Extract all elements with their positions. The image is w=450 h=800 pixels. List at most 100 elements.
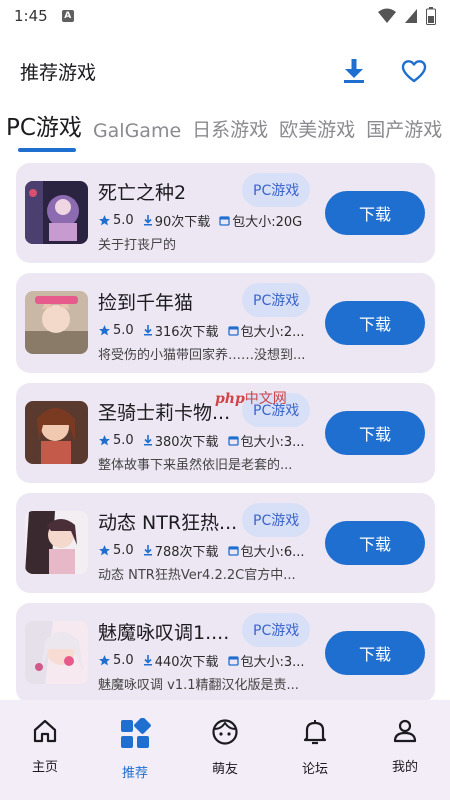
game-description: 魅魔咏叹调 v1.1精翻汉化版是责... [98, 678, 299, 693]
download-count-icon [143, 435, 152, 446]
nav-label: 推荐 [121, 766, 148, 781]
platform-tag: PC游戏 [242, 613, 311, 647]
platform-tag: PC游戏 [242, 283, 311, 317]
star-icon [99, 325, 110, 336]
game-meta: 5.0 788次下载 包大小:6... [98, 541, 308, 560]
favorites-button[interactable] [398, 55, 430, 87]
game-description: 将受伤的小猫带回家养……没想到... [98, 348, 306, 363]
package-size: 包大小:20G [232, 215, 303, 230]
rating: 5.0 [113, 323, 134, 338]
star-icon [99, 215, 110, 226]
game-description: 动态 NTR狂热Ver4.2.2C官方中... [98, 568, 296, 583]
tab-pc-games[interactable]: PC游戏 [6, 108, 82, 152]
star-icon [99, 655, 110, 666]
status-bar: 1:45 A [0, 0, 450, 32]
face-icon [212, 719, 238, 745]
game-description: 整体故事下来虽然依旧是老套的... [98, 458, 293, 473]
game-title: 捡到千年猫 [98, 292, 194, 314]
home-icon [33, 719, 57, 743]
tab-domestic-games[interactable]: 国产游戏 [366, 115, 442, 152]
game-card[interactable]: 捡到千年猫 PC游戏 5.0 316次下载 包大小:2... 将受伤的小猫带回家… [16, 273, 435, 373]
nav-item-recommend[interactable]: 推荐 [90, 700, 180, 800]
nav-item-profile[interactable]: 我的 [360, 700, 450, 800]
nav-item-forum[interactable]: 论坛 [270, 700, 360, 800]
package-size: 包大小:3... [240, 655, 305, 670]
nav-label: 主页 [31, 760, 58, 775]
download-count-icon [143, 545, 152, 556]
watermark-brand: php [215, 391, 245, 407]
nav-label: 论坛 [301, 762, 328, 777]
game-title: 魅魔咏叹调1.... [98, 622, 230, 644]
star-icon [99, 545, 110, 556]
app-bar: 推荐游戏 [0, 40, 450, 102]
download-button[interactable] [338, 55, 370, 87]
tab-galgame[interactable]: GalGame [93, 120, 181, 152]
download-game-button[interactable]: 下载 [325, 191, 425, 235]
nav-item-home[interactable]: 主页 [0, 700, 90, 800]
game-thumbnail [25, 401, 88, 464]
game-meta: 5.0 90次下载 包大小:20G [98, 211, 308, 230]
nav-label: 萌友 [211, 762, 238, 777]
battery-icon [426, 7, 436, 25]
bell-icon [303, 720, 327, 745]
download-game-button[interactable]: 下载 [325, 521, 425, 565]
game-thumbnail [25, 511, 88, 574]
game-meta: 5.0 380次下载 包大小:3... [98, 431, 308, 450]
download-icon [344, 59, 364, 83]
download-count: 380次下载 [154, 435, 219, 450]
cell-signal-icon [405, 9, 417, 23]
rating: 5.0 [113, 543, 134, 558]
game-title: 动态 NTR狂热... [98, 512, 238, 534]
package-size: 包大小:6... [240, 545, 305, 560]
bottom-navigation: 主页 推荐 萌友 论坛 我的 [0, 700, 450, 800]
game-title: 死亡之种2 [98, 182, 187, 204]
notification-a-icon: A [61, 10, 74, 22]
download-count: 440次下载 [154, 655, 219, 670]
tab-japanese-games[interactable]: 日系游戏 [192, 115, 268, 152]
game-thumbnail [25, 621, 88, 684]
download-count: 316次下载 [154, 325, 219, 340]
nav-item-friends[interactable]: 萌友 [180, 700, 270, 800]
game-thumbnail [25, 181, 88, 244]
status-time: 1:45 [14, 7, 48, 25]
tab-western-games[interactable]: 欧美游戏 [279, 115, 355, 152]
calendar-icon [227, 656, 239, 666]
download-game-button[interactable]: 下载 [325, 411, 425, 455]
download-count-icon [143, 325, 152, 336]
rating: 5.0 [113, 213, 134, 228]
game-description: 关于打丧尸的 [98, 238, 177, 253]
watermark-text: 中文网 [244, 391, 287, 407]
grid-icon [121, 718, 151, 748]
calendar-icon [227, 326, 239, 336]
calendar-icon [227, 546, 239, 556]
package-size: 包大小:2... [240, 325, 305, 340]
rating: 5.0 [113, 653, 134, 668]
person-icon [393, 719, 417, 743]
watermark: php中文网 [215, 388, 287, 408]
download-count: 90次下载 [154, 215, 211, 230]
game-list: 死亡之种2 PC游戏 5.0 90次下载 包大小:20G 关于打丧尸的 下载 捡… [16, 163, 435, 713]
package-size: 包大小:3... [240, 435, 305, 450]
calendar-icon [219, 216, 230, 226]
game-meta: 5.0 440次下载 包大小:3... [98, 651, 308, 670]
game-meta: 5.0 316次下载 包大小:2... [98, 321, 308, 340]
platform-tag: PC游戏 [242, 503, 311, 537]
heart-outline-icon [401, 60, 427, 83]
download-count: 788次下载 [154, 545, 219, 560]
platform-tag: PC游戏 [242, 173, 311, 207]
game-card[interactable]: 死亡之种2 PC游戏 5.0 90次下载 包大小:20G 关于打丧尸的 下载 [16, 163, 435, 263]
download-count-icon [143, 215, 152, 226]
wifi-icon [378, 8, 396, 23]
rating: 5.0 [113, 433, 134, 448]
nav-label: 我的 [391, 760, 418, 775]
category-tabs: PC游戏 GalGame 日系游戏 欧美游戏 国产游戏 [0, 108, 450, 152]
game-card[interactable]: 魅魔咏叹调1.... PC游戏 5.0 440次下载 包大小:3... 魅魔咏叹… [16, 603, 435, 703]
download-game-button[interactable]: 下载 [325, 631, 425, 675]
calendar-icon [227, 436, 239, 446]
page-title: 推荐游戏 [20, 61, 97, 84]
download-game-button[interactable]: 下载 [325, 301, 425, 345]
download-count-icon [143, 655, 152, 666]
game-thumbnail [25, 291, 88, 354]
star-icon [99, 435, 110, 446]
game-card[interactable]: 动态 NTR狂热... PC游戏 5.0 788次下载 包大小:6... 动态 … [16, 493, 435, 593]
